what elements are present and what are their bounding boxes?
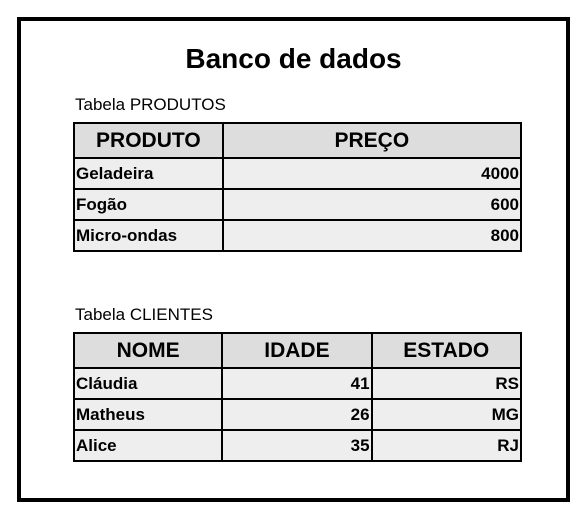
cell-estado: RJ <box>370 429 523 462</box>
clientes-table-caption: Tabela CLIENTES <box>75 305 213 324</box>
cell-nome: Alice <box>72 429 224 462</box>
table-row: Matheus 26 MG <box>72 398 523 431</box>
cell-nome: Matheus <box>72 398 224 431</box>
cell-estado: MG <box>370 398 523 431</box>
column-header-estado: ESTADO <box>370 332 523 369</box>
column-header-produto: PRODUTO <box>73 122 224 159</box>
table-header-row: NOME IDADE ESTADO <box>72 332 523 369</box>
cell-nome: Cláudia <box>72 367 224 400</box>
table-row: Geladeira 4000 <box>73 157 523 190</box>
clientes-table: NOME IDADE ESTADO Cláudia 41 RS Matheus … <box>72 332 523 462</box>
column-header-idade: IDADE <box>221 332 373 369</box>
cell-preco: 4000 <box>221 157 523 190</box>
table-row: Fogão 600 <box>73 188 523 221</box>
produtos-table: PRODUTO PREÇO Geladeira 4000 Fogão 600 M… <box>73 122 523 252</box>
column-header-nome: NOME <box>72 332 224 369</box>
cell-produto: Micro-ondas <box>73 219 224 252</box>
cell-idade: 41 <box>221 367 373 400</box>
cell-preco: 600 <box>221 188 523 221</box>
cell-idade: 26 <box>221 398 373 431</box>
cell-idade: 35 <box>221 429 373 462</box>
cell-produto: Geladeira <box>73 157 224 190</box>
table-row: Alice 35 RJ <box>72 429 523 462</box>
cell-estado: RS <box>370 367 523 400</box>
cell-preco: 800 <box>221 219 523 252</box>
page-title: Banco de dados <box>185 43 402 74</box>
table-row: Cláudia 41 RS <box>72 367 523 400</box>
column-header-preco: PREÇO <box>221 122 523 159</box>
table-header-row: PRODUTO PREÇO <box>73 122 523 159</box>
produtos-table-caption: Tabela PRODUTOS <box>75 95 226 114</box>
document-frame: Banco de dados Tabela PRODUTOS PRODUTO P… <box>17 17 570 502</box>
table-row: Micro-ondas 800 <box>73 219 523 252</box>
cell-produto: Fogão <box>73 188 224 221</box>
